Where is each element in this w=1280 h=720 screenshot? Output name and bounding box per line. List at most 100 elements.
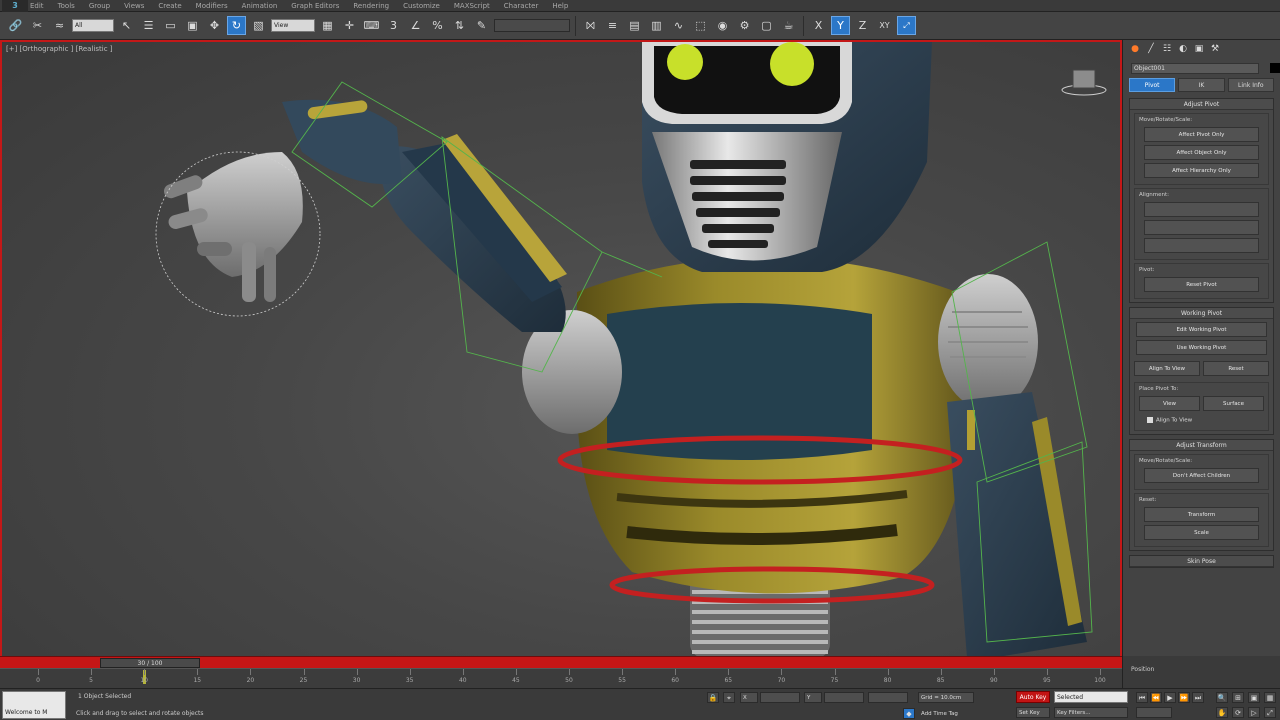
tab-pivot[interactable]: Pivot <box>1129 78 1176 92</box>
affect-pivot-only-button[interactable]: Affect Pivot Only <box>1144 127 1259 142</box>
zoom-icon[interactable]: 🔍 <box>1216 692 1228 703</box>
axis-z-icon[interactable]: Z <box>853 16 872 35</box>
time-tag-icon[interactable]: ◆ <box>903 708 915 719</box>
select-scale-icon[interactable]: ▧ <box>249 16 268 35</box>
center-to-object-button[interactable] <box>1144 202 1259 217</box>
time-slider-knob[interactable]: 30 / 100 <box>100 658 200 668</box>
lock-selection-icon[interactable]: 🔒 <box>707 692 719 703</box>
tab-ik[interactable]: IK <box>1178 78 1225 92</box>
edit-named-selections-icon[interactable]: ✎ <box>472 16 491 35</box>
menu-item-customize[interactable]: Customize <box>403 2 440 10</box>
curve-editor-icon[interactable]: ∿ <box>669 16 688 35</box>
next-frame-icon[interactable]: ⏩ <box>1178 692 1190 703</box>
spinner-snap-icon[interactable]: ⇅ <box>450 16 469 35</box>
unlink-icon[interactable]: ✂ <box>28 16 47 35</box>
menu-item-create[interactable]: Create <box>158 2 181 10</box>
time-slider[interactable]: 30 / 100 <box>0 656 1122 668</box>
key-filters-button[interactable]: Key Filters... <box>1054 707 1128 718</box>
play-icon[interactable]: ▶ <box>1164 692 1176 703</box>
link-icon[interactable]: 🔗 <box>6 16 25 35</box>
axis-constraint-icon[interactable]: ⤢ <box>897 16 916 35</box>
align-to-view-button[interactable]: Align To View <box>1134 361 1200 376</box>
auto-key-button[interactable]: Auto Key <box>1016 691 1050 703</box>
align-to-view-checkbox[interactable]: Align To View <box>1139 414 1264 427</box>
app-logo-icon[interactable]: 3 <box>2 0 28 12</box>
dont-affect-children-button[interactable]: Don't Affect Children <box>1144 467 1259 483</box>
hierarchy-tab-icon[interactable]: ☷ <box>1161 43 1173 55</box>
rollout-title[interactable]: Skin Pose <box>1130 555 1273 567</box>
select-manipulate-icon[interactable]: ✛ <box>340 16 359 35</box>
orbit-icon[interactable]: ⟳ <box>1232 707 1244 718</box>
current-frame-field[interactable] <box>1136 707 1172 718</box>
menu-item-maxscript[interactable]: MAXScript <box>454 2 490 10</box>
menu-item-help[interactable]: Help <box>552 2 568 10</box>
checkbox-icon[interactable] <box>1147 417 1153 423</box>
pivot-center-icon[interactable]: ▦ <box>318 16 337 35</box>
mirror-icon[interactable]: ⨝ <box>581 16 600 35</box>
object-color-swatch[interactable] <box>1270 63 1280 73</box>
rollout-title[interactable]: Adjust Pivot <box>1130 99 1273 110</box>
set-key-button[interactable]: Set Key <box>1016 707 1050 718</box>
place-view-button[interactable]: View <box>1139 396 1200 411</box>
bind-space-warp-icon[interactable]: ≈ <box>50 16 69 35</box>
z-coordinate-field[interactable] <box>868 692 908 703</box>
modify-tab-icon[interactable]: ╱ <box>1145 43 1157 55</box>
named-selection-dropdown[interactable] <box>494 19 570 32</box>
axis-xy-icon[interactable]: XY <box>875 16 894 35</box>
window-crossing-icon[interactable]: ▣ <box>183 16 202 35</box>
select-by-name-icon[interactable]: ☰ <box>139 16 158 35</box>
schematic-view-icon[interactable]: ⬚ <box>691 16 710 35</box>
percent-snap-icon[interactable]: % <box>428 16 447 35</box>
use-working-pivot-button[interactable]: Use Working Pivot <box>1135 340 1268 355</box>
zoom-extents-all-icon[interactable]: ▦ <box>1264 692 1276 703</box>
menu-item-edit[interactable]: Edit <box>30 2 44 10</box>
reset-scale-button[interactable]: Scale <box>1144 524 1259 540</box>
affect-hierarchy-only-button[interactable]: Affect Hierarchy Only <box>1144 163 1259 178</box>
select-object-icon[interactable]: ↖ <box>117 16 136 35</box>
maximize-viewport-icon[interactable]: ⤢ <box>1264 707 1276 718</box>
layer-manager-icon[interactable]: ▤ <box>625 16 644 35</box>
viewport-orthographic[interactable]: [+] [Orthographic ] [Realistic ] <box>0 40 1122 656</box>
menu-item-graph-editors[interactable]: Graph Editors <box>291 2 339 10</box>
place-surface-button[interactable]: Surface <box>1203 396 1264 411</box>
material-editor-icon[interactable]: ◉ <box>713 16 732 35</box>
reference-coordinate-dropdown[interactable]: View <box>271 19 315 32</box>
align-to-world-button[interactable] <box>1144 238 1259 253</box>
menu-item-views[interactable]: Views <box>124 2 144 10</box>
tab-link-info[interactable]: Link Info <box>1227 78 1274 92</box>
reset-working-pivot-button[interactable]: Reset <box>1203 361 1269 376</box>
axis-x-icon[interactable]: X <box>809 16 828 35</box>
axis-y-icon[interactable]: Y <box>831 16 850 35</box>
menu-item-tools[interactable]: Tools <box>58 2 75 10</box>
reset-transform-button[interactable]: Transform <box>1144 506 1259 522</box>
menu-item-modifiers[interactable]: Modifiers <box>196 2 228 10</box>
angle-snap-icon[interactable]: ∠ <box>406 16 425 35</box>
render-setup-icon[interactable]: ⚙ <box>735 16 754 35</box>
affect-object-only-button[interactable]: Affect Object Only <box>1144 145 1259 160</box>
display-tab-icon[interactable]: ▣ <box>1193 43 1205 55</box>
track-bar[interactable]: 0 5 10 15 20 25 30 35 40 45 50 55 60 65 70 75 80 85 90 95 10… <box>0 668 1122 688</box>
zoom-extents-icon[interactable]: ▣ <box>1248 692 1260 703</box>
rendered-frame-window-icon[interactable]: ▢ <box>757 16 776 35</box>
field-of-view-icon[interactable]: ▷ <box>1248 707 1260 718</box>
keyboard-shortcut-icon[interactable]: ⌨ <box>362 16 381 35</box>
align-icon[interactable]: ≡ <box>603 16 622 35</box>
reset-pivot-button[interactable]: Reset Pivot <box>1144 277 1259 292</box>
go-to-start-icon[interactable]: ⏮ <box>1136 692 1148 703</box>
y-coordinate-field[interactable] <box>824 692 864 703</box>
render-production-icon[interactable]: ☕ <box>779 16 798 35</box>
viewport-label[interactable]: [+] [Orthographic ] [Realistic ] <box>6 45 113 53</box>
rectangular-selection-icon[interactable]: ▭ <box>161 16 180 35</box>
menu-item-character[interactable]: Character <box>504 2 539 10</box>
x-coordinate-field[interactable] <box>760 692 800 703</box>
menu-item-rendering[interactable]: Rendering <box>353 2 389 10</box>
pan-icon[interactable]: ✋ <box>1216 707 1228 718</box>
selection-filter-dropdown[interactable]: All <box>72 19 114 32</box>
menu-item-group[interactable]: Group <box>89 2 110 10</box>
maxscript-listener[interactable]: Welcome to M <box>2 691 66 719</box>
snap-toggle-icon[interactable]: 3 <box>384 16 403 35</box>
create-tab-icon[interactable]: ● <box>1129 43 1141 55</box>
key-selection-dropdown[interactable]: Selected <box>1054 691 1128 703</box>
rollout-title[interactable]: Working Pivot <box>1130 308 1273 319</box>
menu-item-animation[interactable]: Animation <box>242 2 278 10</box>
